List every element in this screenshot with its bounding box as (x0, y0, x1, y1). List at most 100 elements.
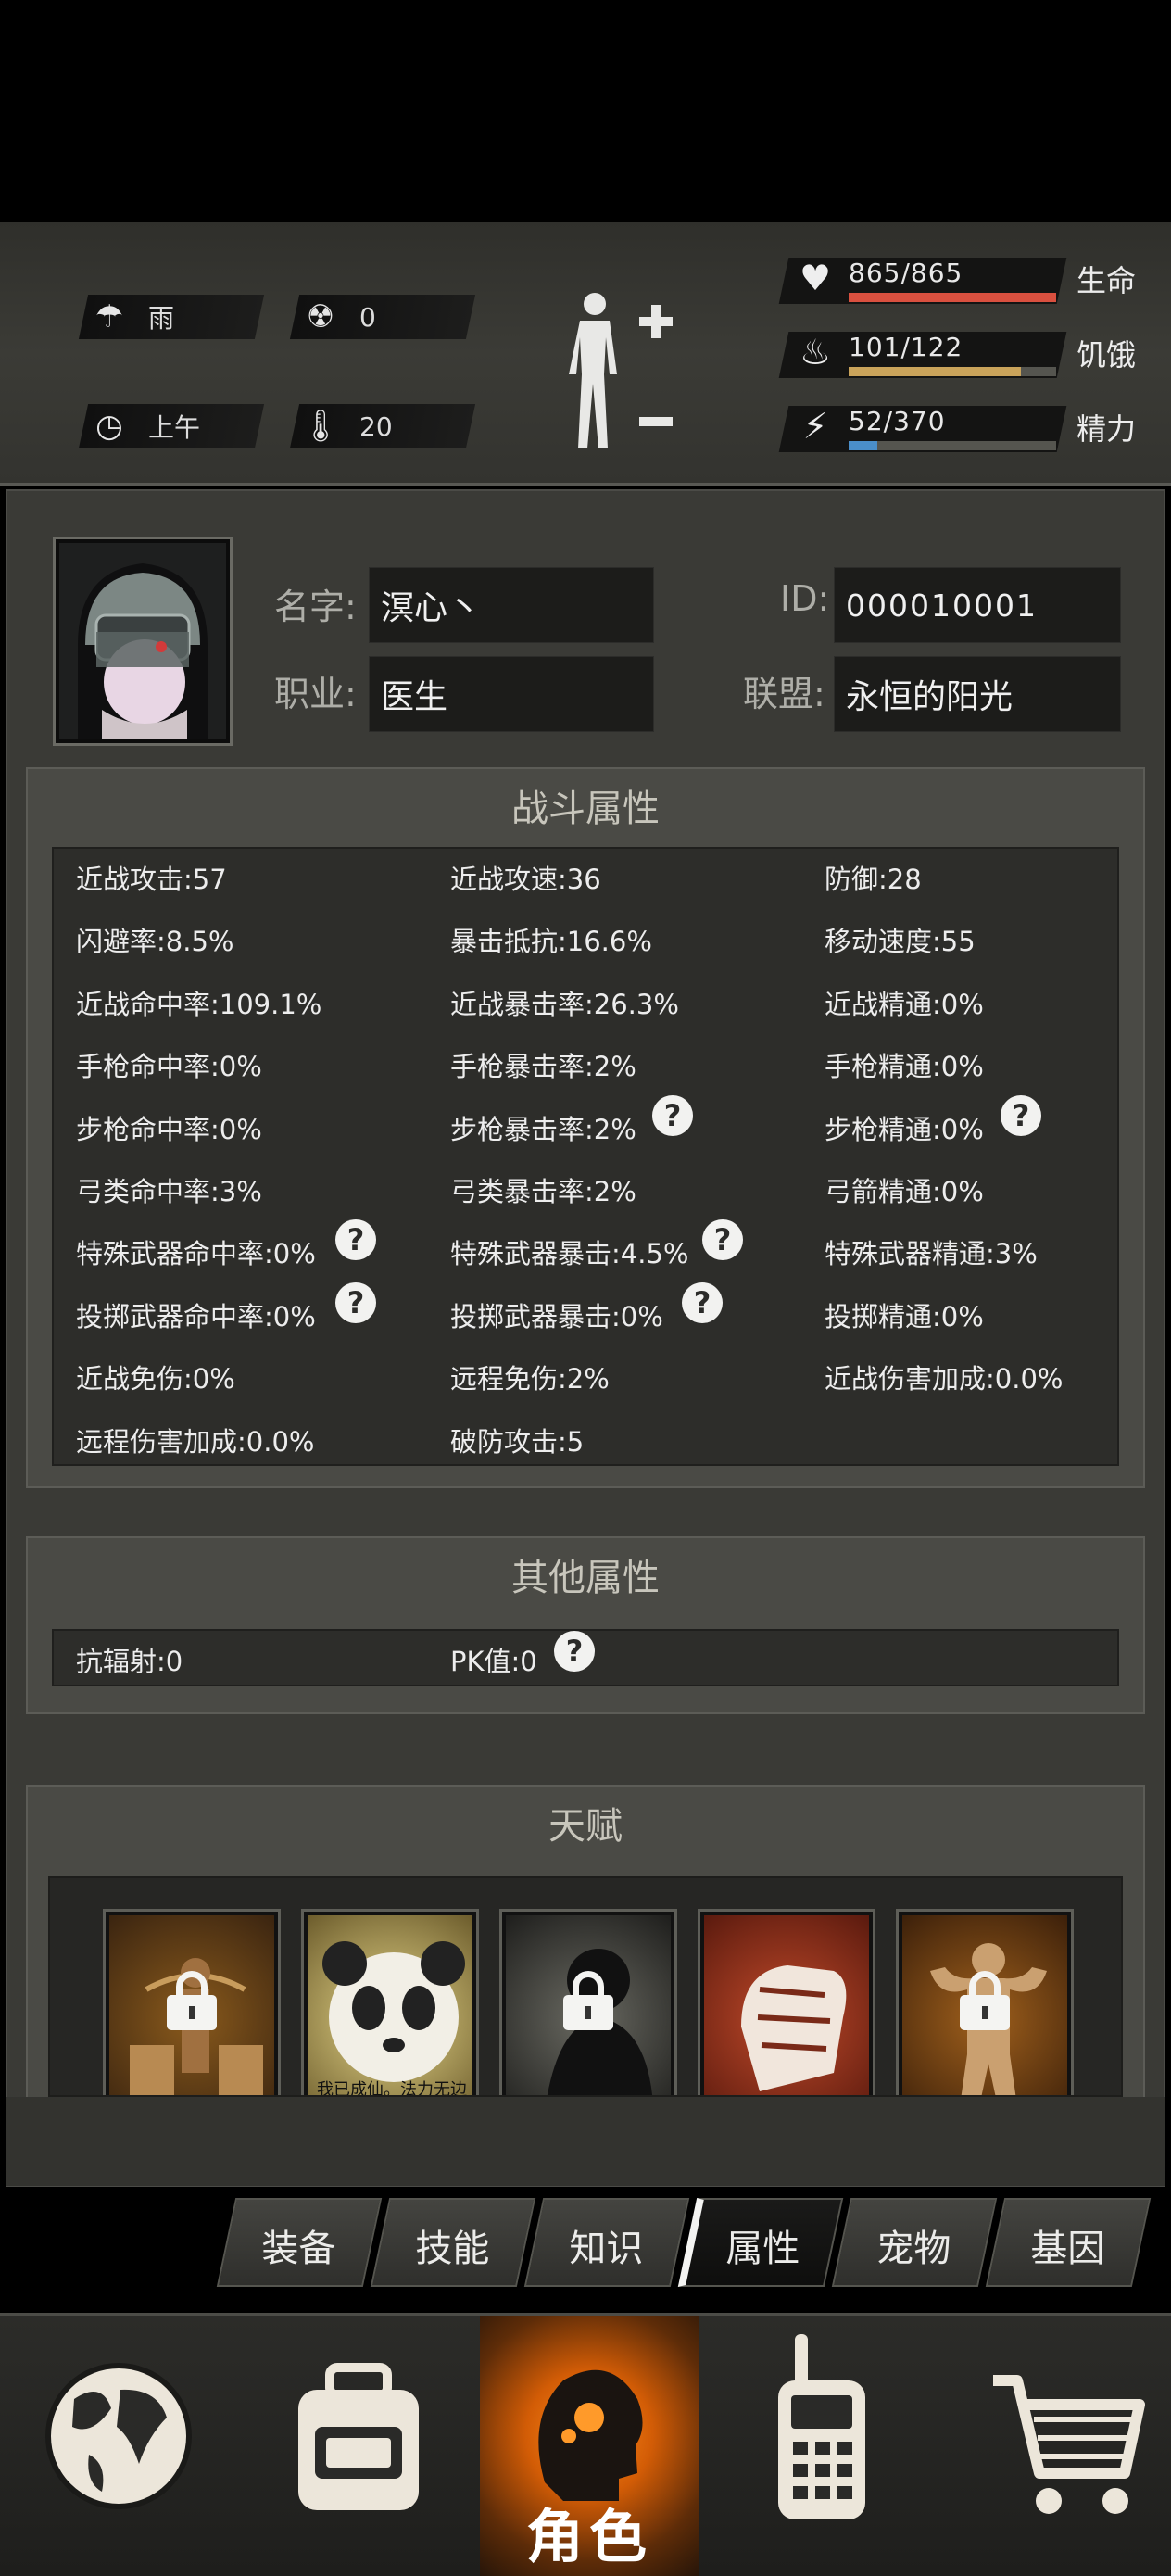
weather-value: 雨 (148, 303, 175, 334)
combat-stat: 近战免伤:0% (76, 1363, 235, 1395)
backpack-icon (298, 2363, 419, 2510)
health-vital: ♥ 865/865 生命 (778, 250, 1149, 308)
health-bar-fill (849, 293, 1056, 302)
lock-icon (563, 1971, 613, 2030)
nav-shop-button[interactable] (941, 2316, 1171, 2576)
avatar[interactable] (56, 539, 230, 743)
combat-stat: 弓箭精通:0% (825, 1176, 984, 1207)
lock-icon (960, 1971, 1010, 2030)
body-status-icon[interactable] (567, 289, 678, 456)
combat-stat: 破防攻击:5 (450, 1425, 585, 1458)
talent-card-caption: 我已成仙。法力无边 (317, 2080, 467, 2097)
id-label: ID: (780, 578, 830, 619)
combat-stat: 暴击抵抗:16.6% (450, 926, 652, 958)
sub-tab-bar: 装备 技能 知识 属性 宠物 基因 (213, 2198, 1152, 2291)
talent-card-panda[interactable]: 我已成仙。法力无边 (304, 1912, 476, 2097)
radiation-value: 0 (359, 301, 376, 333)
rifle-mastery-help-icon[interactable]: ? (1001, 1095, 1041, 1136)
walkie-talkie-icon (778, 2334, 865, 2519)
heart-icon: ♥ (799, 258, 832, 298)
energy-vital: ⚡ 52/370 精力 (778, 398, 1149, 456)
combat-stat: 手枪精通:0% (825, 1051, 984, 1083)
combat-stat: 特殊武器暴击:4.5% (450, 1238, 689, 1270)
lock-icon (167, 1971, 217, 2030)
weather-chip: ☂ 雨 (78, 295, 265, 339)
combat-stat: 近战精通:0% (825, 988, 984, 1020)
panel-footer (6, 2097, 1165, 2186)
throwing-weapon-hit-help-icon[interactable]: ? (335, 1282, 376, 1323)
rain-cloud-icon: ☂ (94, 298, 124, 335)
combat-stat: 投掷精通:0% (825, 1300, 984, 1332)
combat-stat: 远程免伤:2% (450, 1363, 610, 1395)
talent-card-fist[interactable] (700, 1912, 873, 2095)
combat-stat: 特殊武器命中率:0% (76, 1238, 316, 1270)
tab-equipment[interactable]: 装备 (216, 2198, 383, 2287)
combat-stat: 近战伤害加成:0.0% (825, 1363, 1064, 1395)
combat-attributes-title: 战斗属性 (511, 788, 660, 830)
clock-icon: ◷ (95, 408, 123, 445)
throwing-weapon-crit-help-icon[interactable]: ? (682, 1282, 723, 1323)
talent-card-shadow[interactable] (502, 1912, 674, 2095)
special-weapon-crit-help-icon[interactable]: ? (702, 1219, 743, 1260)
combat-stat: 闪避率:8.5% (76, 926, 234, 958)
hunger-bar-fill (849, 367, 1021, 376)
tab-pets[interactable]: 宠物 (831, 2198, 998, 2287)
nav-character-label: 角色 (525, 2503, 652, 2570)
combat-stat: 手枪命中率:0% (76, 1051, 262, 1083)
combat-stat: 近战暴击率:26.3% (450, 988, 679, 1020)
tab-genes[interactable]: 基因 (985, 2198, 1152, 2287)
nav-character-button[interactable]: 角色 (480, 2316, 699, 2576)
nav-world-button[interactable] (0, 2316, 237, 2576)
talent-card-strongman[interactable] (899, 1912, 1071, 2095)
combat-stat: 特殊武器精通:3% (825, 1238, 1038, 1270)
tab-knowledge[interactable]: 知识 (523, 2198, 690, 2287)
alliance-field[interactable]: 永恒的阳光 (834, 656, 1121, 732)
hunger-vital: ♨ 101/122 饥饿 (778, 324, 1149, 382)
radiation-resist-stat: 抗辐射:0 (76, 1646, 183, 1677)
temperature-chip: 🌡 20 (289, 404, 476, 448)
nav-radio-button[interactable] (699, 2316, 941, 2576)
id-field: 000010001 (834, 567, 1121, 643)
talent-list: 我已成仙。法力无边 (48, 1876, 1123, 2097)
combat-stat: 投掷武器暴击:0% (450, 1300, 663, 1332)
tab-attributes[interactable]: 属性 (677, 2198, 844, 2287)
combat-stat: 防御:28 (825, 864, 922, 895)
combat-stat: 近战攻击:57 (76, 864, 227, 895)
special-weapon-hit-help-icon[interactable]: ? (335, 1219, 376, 1260)
combat-stat: 手枪暴击率:2% (450, 1051, 636, 1083)
combat-stat: 近战命中率:109.1% (76, 988, 322, 1020)
energy-bar-fill (849, 441, 878, 450)
combat-stat: 投掷武器命中率:0% (76, 1300, 316, 1332)
combat-stat: 远程伤害加成:0.0% (76, 1425, 315, 1458)
energy-icon: ⚡ (802, 406, 828, 447)
thermometer-icon: 🌡 (300, 408, 341, 445)
tab-skills[interactable]: 技能 (370, 2198, 536, 2287)
combat-stat: 弓类暴击率:2% (450, 1176, 636, 1207)
alliance-label: 联盟: (743, 674, 825, 714)
combat-stat: 步枪暴击率:2% (450, 1113, 636, 1145)
combat-stat: 步枪命中率:0% (76, 1113, 262, 1145)
temperature-value: 20 (359, 410, 393, 442)
pk-value-stat: PK值:0 (450, 1646, 537, 1677)
globe-icon (45, 2363, 192, 2509)
status-header: ☂ 雨 ☢ 0 ◷ 上午 🌡 20 ♥ 865/865 生命 ♨ 101/122… (0, 222, 1171, 486)
other-attributes-title: 其他属性 (511, 1557, 660, 1599)
name-label: 名字: (274, 587, 357, 627)
radiation-icon: ☢ (306, 298, 335, 335)
job-label: 职业: (274, 674, 357, 714)
talent-card-porter[interactable] (106, 1912, 278, 2095)
bottom-nav: 角色 (0, 2313, 1171, 2576)
combat-stat: 近战攻速:36 (450, 864, 601, 895)
radiation-chip: ☢ 0 (289, 295, 476, 339)
nav-backpack-button[interactable] (237, 2316, 480, 2576)
combat-stat: 弓类命中率:3% (76, 1176, 262, 1207)
shopping-cart-icon (993, 2375, 1145, 2514)
job-field: 医生 (369, 656, 654, 732)
other-attributes-section: 其他属性 (26, 1536, 1145, 1714)
time-value: 上午 (148, 412, 201, 443)
rifle-crit-help-icon[interactable]: ? (652, 1095, 693, 1136)
stomach-icon: ♨ (799, 332, 832, 373)
combat-stat: 移动速度:55 (825, 926, 976, 958)
time-chip: ◷ 上午 (78, 404, 265, 448)
pk-help-icon[interactable]: ? (554, 1631, 595, 1672)
